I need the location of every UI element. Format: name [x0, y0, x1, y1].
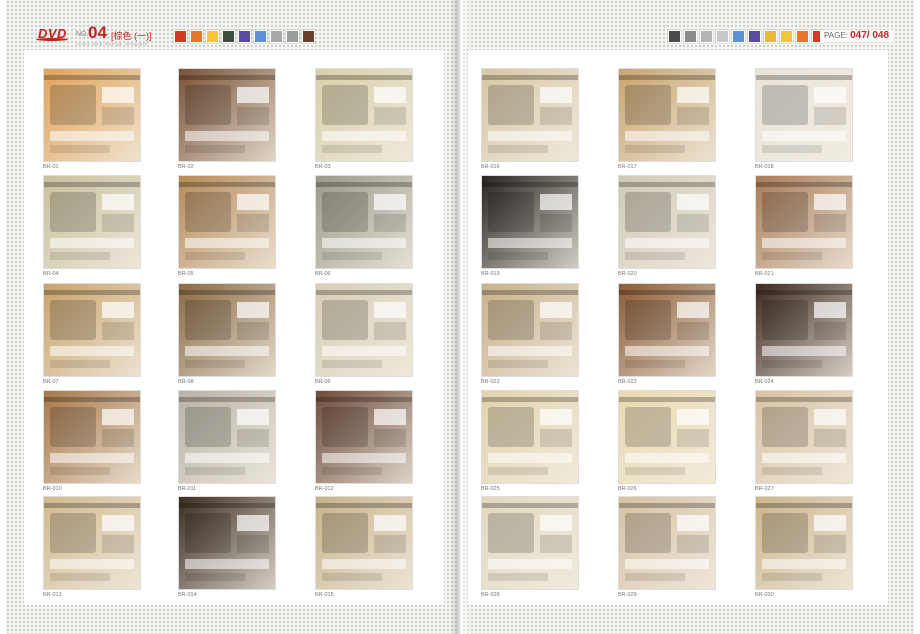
- template-thumbnail[interactable]: [618, 283, 716, 377]
- template-thumbnail[interactable]: [315, 68, 413, 162]
- thumbnail-caption: BR-013: [43, 592, 62, 598]
- template-thumbnail[interactable]: [755, 496, 853, 590]
- color-swatch: [700, 30, 713, 43]
- template-thumbnail[interactable]: [178, 390, 276, 484]
- color-swatch: [286, 30, 299, 43]
- thumbnail-caption: BR-018: [755, 164, 774, 170]
- dvd-logo: DVD: [36, 26, 68, 41]
- color-swatch: [796, 30, 809, 43]
- thumbnail-caption: BR-016: [481, 164, 500, 170]
- color-swatch: [684, 30, 697, 43]
- template-thumbnail[interactable]: [178, 496, 276, 590]
- thumbnail-caption: BR-024: [755, 379, 774, 385]
- thumbnail-caption: BR-07: [43, 379, 59, 385]
- thumbnail-caption: BR-026: [618, 486, 637, 492]
- header-subline: cross web design template: [76, 41, 149, 46]
- template-thumbnail[interactable]: [618, 175, 716, 269]
- thumbnail-caption: BR-023: [618, 379, 637, 385]
- thumbnail-caption: BR-01: [43, 164, 59, 170]
- page-indicator: PAGE: 047/ 048: [820, 30, 894, 42]
- page-label: PAGE:: [824, 31, 848, 40]
- thumbnail-caption: BR-019: [481, 271, 500, 277]
- thumbnail-caption: BR-020: [618, 271, 637, 277]
- template-thumbnail[interactable]: [43, 175, 141, 269]
- template-thumbnail[interactable]: [481, 283, 579, 377]
- template-thumbnail[interactable]: [315, 496, 413, 590]
- thumbnail-caption: BR-08: [178, 379, 194, 385]
- color-swatch: [174, 30, 187, 43]
- color-swatch: [764, 30, 777, 43]
- template-thumbnail[interactable]: [315, 283, 413, 377]
- thumbnail-caption: BR-029: [618, 592, 637, 598]
- template-thumbnail[interactable]: [481, 496, 579, 590]
- color-swatch: [732, 30, 745, 43]
- template-thumbnail[interactable]: [178, 68, 276, 162]
- thumbnail-caption: BR-030: [755, 592, 774, 598]
- thumbnail-caption: BR-011: [178, 486, 197, 492]
- thumbnail-caption: BR-02: [178, 164, 194, 170]
- thumbnail-caption: BR-028: [481, 592, 500, 598]
- color-swatch: [222, 30, 235, 43]
- thumbnail-caption: BR-017: [618, 164, 637, 170]
- thumbnail-caption: BR-015: [315, 592, 334, 598]
- color-swatch: [270, 30, 283, 43]
- template-thumbnail[interactable]: [755, 175, 853, 269]
- color-swatch: [302, 30, 315, 43]
- thumbnail-caption: BR-014: [178, 592, 197, 598]
- thumbnail-caption: BR-04: [43, 271, 59, 277]
- template-thumbnail[interactable]: [43, 68, 141, 162]
- page-current: 047: [850, 30, 867, 41]
- template-thumbnail[interactable]: [178, 283, 276, 377]
- thumbnail-caption: BR-012: [315, 486, 334, 492]
- page-total: / 048: [866, 30, 890, 41]
- catalog-spread: DVD NO. 04 [棕色 (一)] cross web design tem…: [0, 0, 920, 634]
- book-gutter: [450, 0, 470, 634]
- template-thumbnail[interactable]: [43, 496, 141, 590]
- color-swatch: [780, 30, 793, 43]
- issue-number: 04: [88, 23, 107, 42]
- template-thumbnail[interactable]: [618, 390, 716, 484]
- template-thumbnail[interactable]: [481, 390, 579, 484]
- color-swatch: [254, 30, 267, 43]
- template-thumbnail[interactable]: [178, 175, 276, 269]
- thumbnail-caption: BR-06: [315, 271, 331, 277]
- template-thumbnail[interactable]: [481, 175, 579, 269]
- color-swatch: [668, 30, 681, 43]
- color-swatch: [238, 30, 251, 43]
- color-swatch: [206, 30, 219, 43]
- template-thumbnail[interactable]: [618, 496, 716, 590]
- template-thumbnail[interactable]: [755, 283, 853, 377]
- thumbnail-caption: BR-027: [755, 486, 774, 492]
- template-thumbnail[interactable]: [755, 390, 853, 484]
- template-thumbnail[interactable]: [43, 390, 141, 484]
- thumbnail-caption: BR-05: [178, 271, 194, 277]
- template-thumbnail[interactable]: [755, 68, 853, 162]
- template-thumbnail[interactable]: [43, 283, 141, 377]
- thumbnail-caption: BR-021: [755, 271, 774, 277]
- color-swatch: [190, 30, 203, 43]
- thumbnail-caption: BR-025: [481, 486, 500, 492]
- thumbnail-caption: BR-010: [43, 486, 62, 492]
- thumbnail-caption: BR-09: [315, 379, 331, 385]
- template-thumbnail[interactable]: [315, 175, 413, 269]
- issue-number-label: NO.: [76, 31, 89, 38]
- template-thumbnail[interactable]: [481, 68, 579, 162]
- thumbnail-caption: BR-03: [315, 164, 331, 170]
- template-thumbnail[interactable]: [618, 68, 716, 162]
- thumbnail-caption: BR-022: [481, 379, 500, 385]
- template-thumbnail[interactable]: [315, 390, 413, 484]
- color-swatch: [748, 30, 761, 43]
- color-swatch: [716, 30, 729, 43]
